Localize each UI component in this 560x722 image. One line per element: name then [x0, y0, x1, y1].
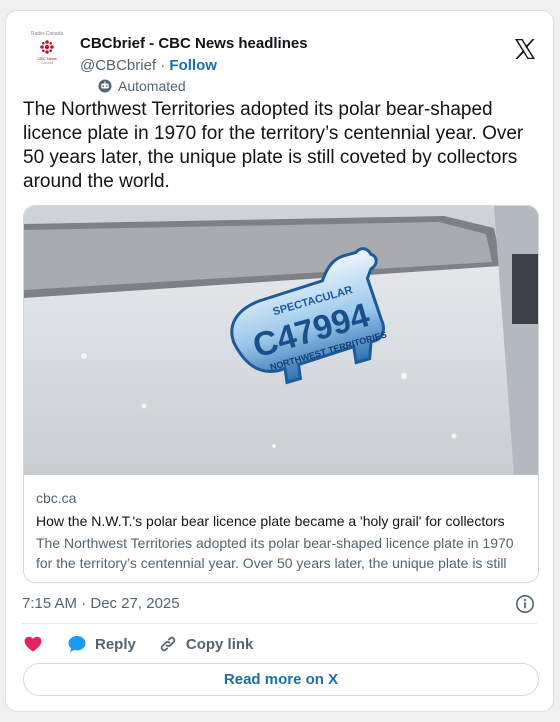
- author-display-name[interactable]: CBCbrief - CBC News headlines: [80, 35, 308, 52]
- like-button[interactable]: [23, 634, 43, 654]
- link-description: The Northwest Territories adopted its po…: [36, 535, 514, 571]
- heart-icon: [24, 636, 42, 652]
- automated-label: Automated: [118, 78, 186, 94]
- reply-button[interactable]: Reply: [67, 634, 136, 654]
- post-text: The Northwest Territories adopted its po…: [23, 99, 524, 192]
- x-logo-icon[interactable]: [513, 37, 537, 61]
- automated-badge: Automated: [98, 78, 186, 94]
- link-preview-image[interactable]: SPECTACULAR C47994 NORTHWEST TERRITORIES: [24, 206, 539, 475]
- avatar-top-text: Radio-Canada: [30, 31, 64, 37]
- link-meta: cbc.ca How the N.W.T.'s polar bear licen…: [36, 489, 524, 573]
- handle-separator: ·: [160, 57, 166, 74]
- cbc-gem-icon: [40, 40, 54, 54]
- link-icon: [160, 636, 176, 652]
- copy-link-button[interactable]: Copy link: [158, 634, 254, 654]
- post-header: Radio-Canada CBC News Canada CBCbrief - …: [24, 23, 537, 99]
- timestamp-row: 7:15 AM · Dec 27, 2025: [22, 593, 537, 615]
- bot-icon: [98, 79, 112, 93]
- avatar-sub-text: Canada: [40, 61, 54, 65]
- handle-row: @CBCbrief · Follow: [80, 57, 217, 74]
- divider: [22, 623, 537, 624]
- info-icon[interactable]: [515, 594, 535, 614]
- link-title[interactable]: How the N.W.T.'s polar bear licence plat…: [36, 511, 524, 531]
- reply-bubble-icon: [68, 636, 86, 653]
- link-domain: cbc.ca: [36, 490, 77, 506]
- link-preview-card[interactable]: SPECTACULAR C47994 NORTHWEST TERRITORIES…: [23, 205, 539, 583]
- avatar[interactable]: Radio-Canada CBC News Canada: [24, 29, 70, 75]
- author-handle[interactable]: @CBCbrief: [80, 57, 156, 74]
- action-bar: Reply Copy link: [23, 631, 253, 657]
- read-more-button[interactable]: Read more on X: [23, 663, 539, 696]
- embedded-post-card: Radio-Canada CBC News Canada CBCbrief - …: [5, 10, 554, 712]
- follow-button[interactable]: Follow: [169, 57, 217, 74]
- reply-label: Reply: [95, 635, 136, 653]
- post-timestamp[interactable]: 7:15 AM · Dec 27, 2025: [22, 595, 180, 612]
- copy-link-label: Copy link: [185, 635, 254, 653]
